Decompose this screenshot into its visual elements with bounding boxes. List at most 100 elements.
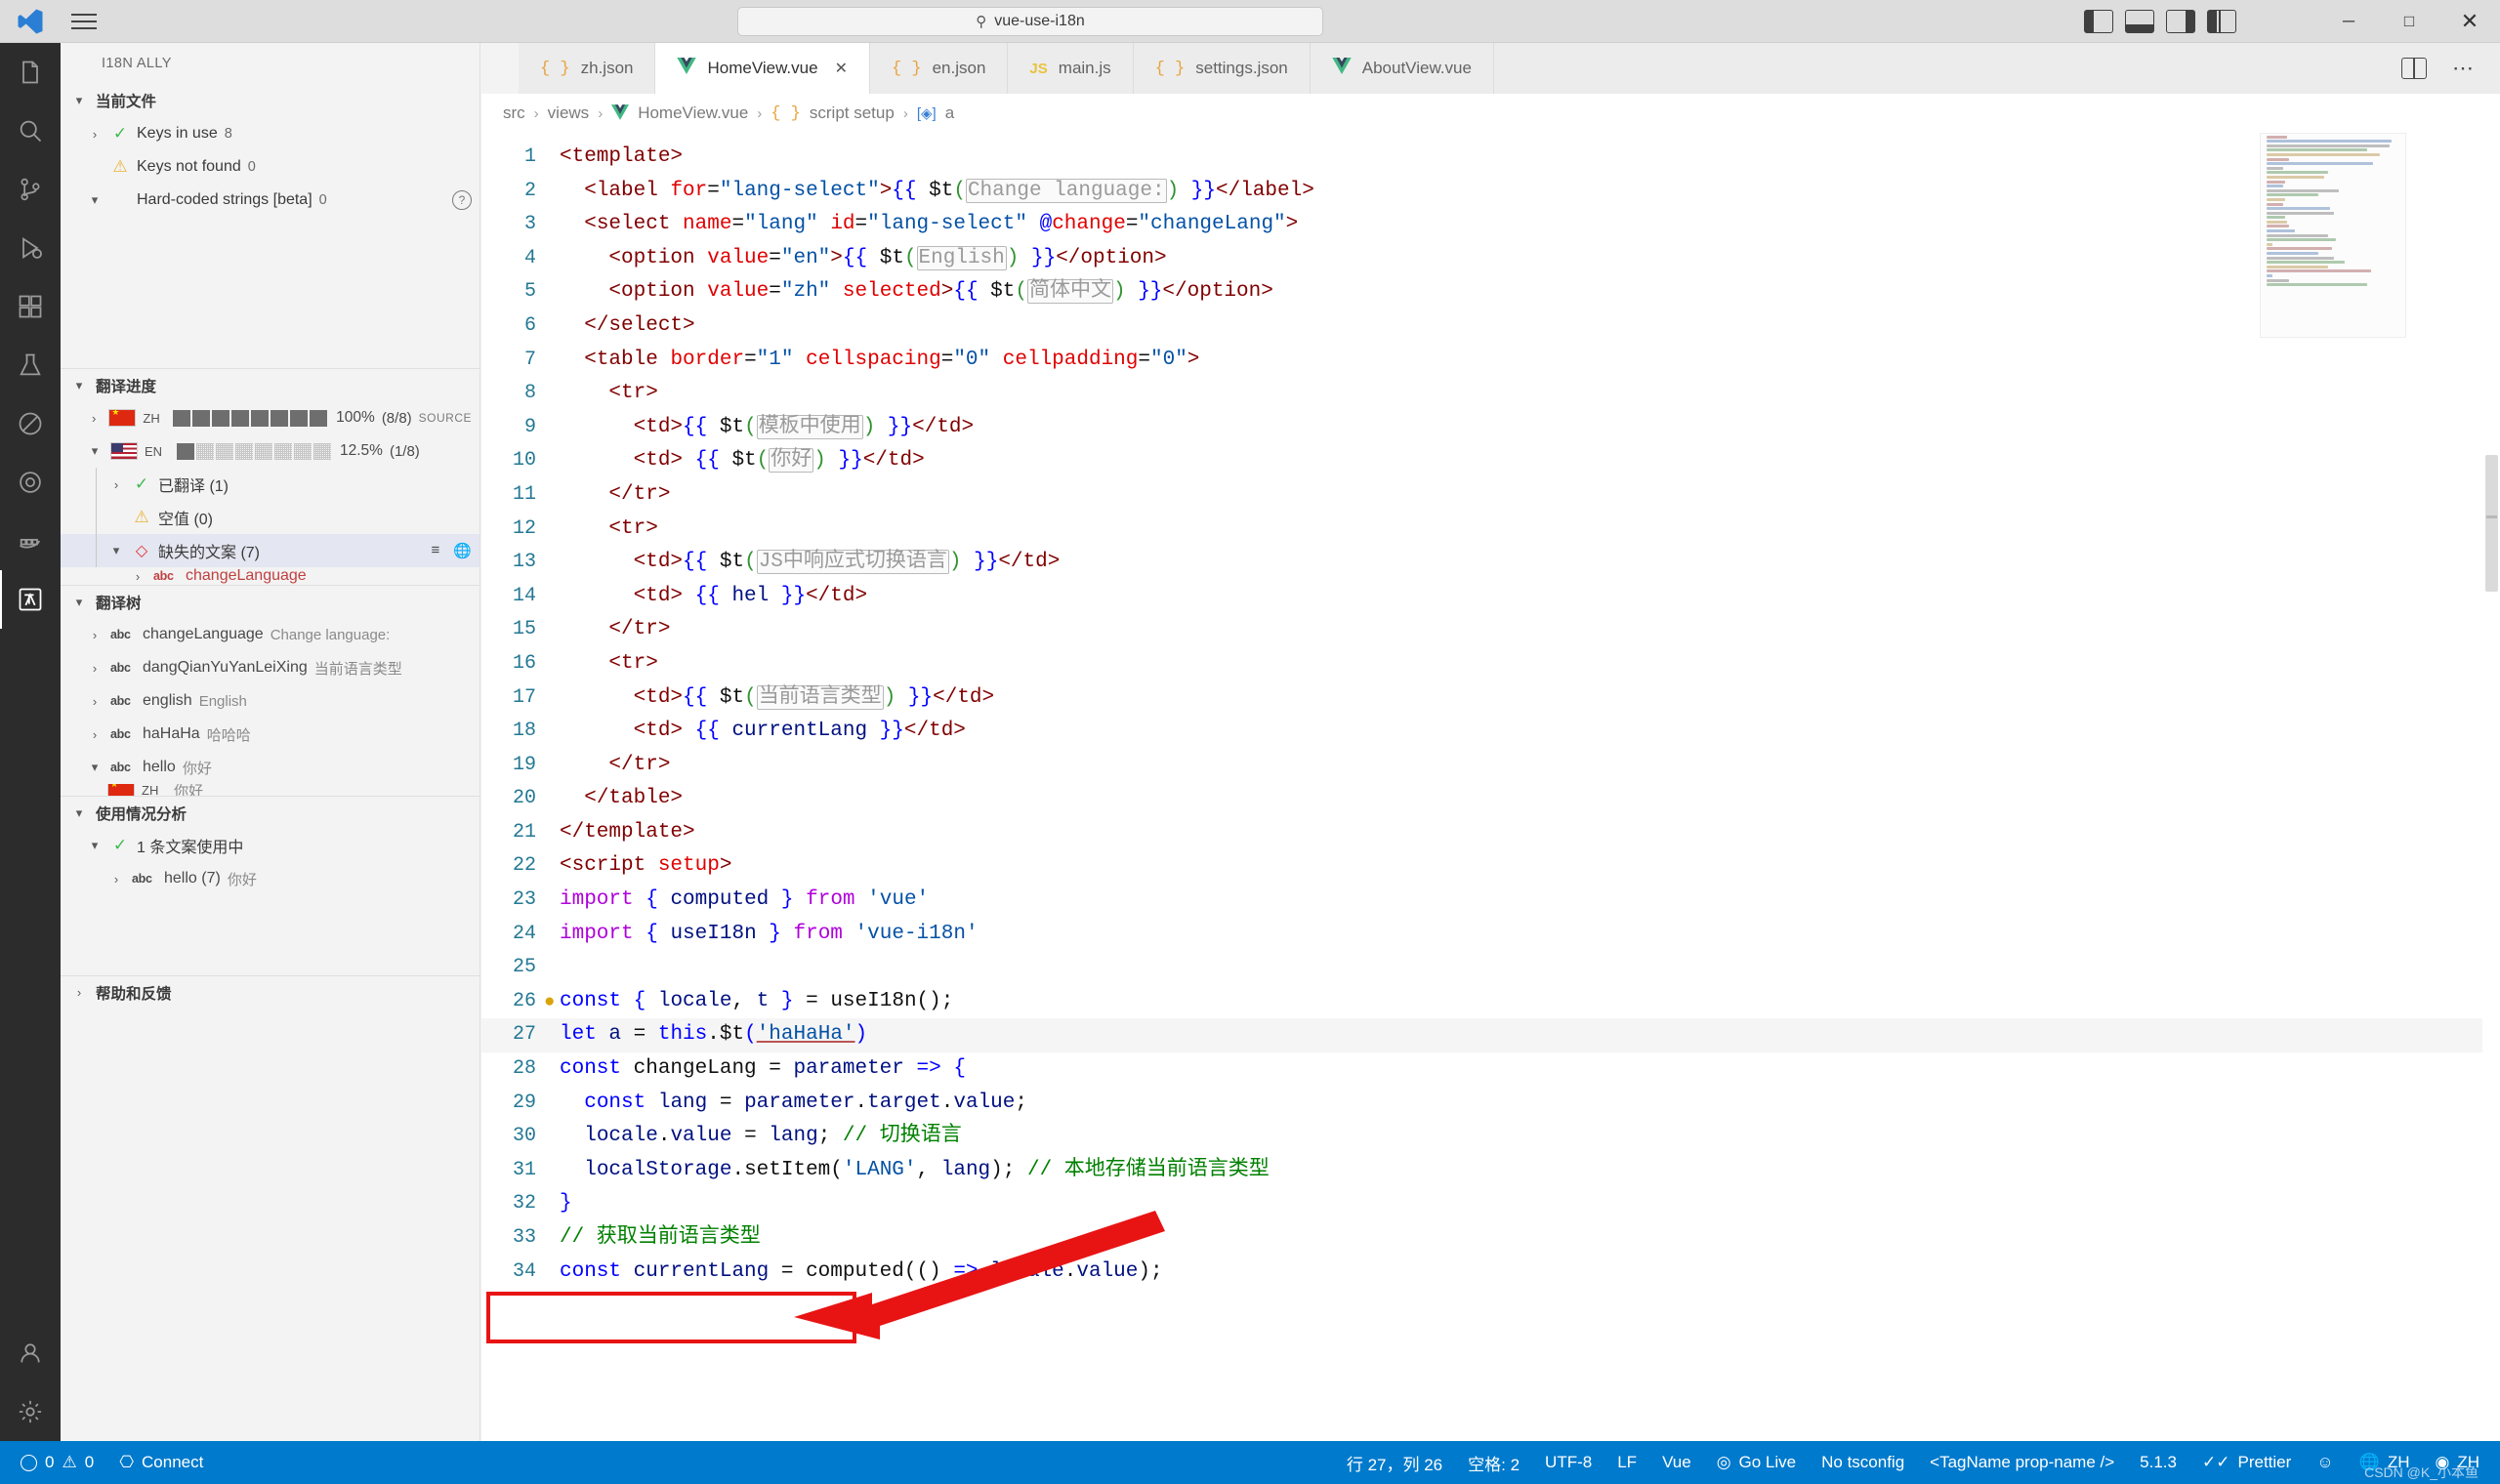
status-encoding[interactable]: UTF-8 (1532, 1441, 1604, 1484)
status-go-live[interactable]: ◎ Go Live (1704, 1441, 1809, 1484)
split-editor-icon[interactable] (2401, 58, 2427, 79)
code-token: {{ (842, 246, 880, 269)
row-hardcoded-strings[interactable]: ▾ Hard-coded strings [beta] 0 ? (61, 184, 479, 217)
tab-homeview-vue[interactable]: HomeView.vue ✕ (655, 43, 870, 94)
row-empty-values[interactable]: ⚠ 空值 (0) (61, 501, 479, 534)
code-line: 14 <td> {{ hel }}</td> (481, 580, 2500, 614)
tree-item-changeLanguage[interactable]: › abc changeLanguage Change language: (61, 618, 479, 651)
code-token: currentLang (731, 720, 868, 743)
minimap-line (2267, 261, 2345, 265)
search-input[interactable]: ⚲ vue-use-i18n (737, 7, 1323, 36)
list-icon[interactable]: ≡ (432, 542, 440, 559)
activity-i18n-ally[interactable] (0, 570, 61, 629)
line-number: 12 (512, 516, 536, 540)
status-language-mode[interactable]: Vue (1649, 1441, 1704, 1484)
activity-run-debug[interactable] (0, 219, 61, 277)
close-icon[interactable]: ✕ (835, 59, 848, 78)
activity-source-control[interactable] (0, 160, 61, 219)
row-translated[interactable]: › ✓ 已翻译 (1) (61, 468, 479, 501)
code-token: = (1138, 348, 1150, 371)
code-line: 23 import { computed } from 'vue' (481, 884, 2500, 918)
section-help-feedback[interactable]: › 帮助和反馈 (61, 975, 479, 1009)
activity-extensions[interactable] (0, 277, 61, 336)
maximize-button[interactable]: □ (2379, 0, 2439, 43)
tree-item-hello[interactable]: ▾ abc hello 你好 (61, 751, 479, 784)
code-token: "zh" (780, 280, 831, 304)
locale-row-en[interactable]: ▾ EN 12.5% (1/8) (61, 434, 479, 468)
status-indentation[interactable]: 空格: 2 (1455, 1441, 1532, 1484)
check-icon: ✓ (134, 474, 149, 493)
activity-docker[interactable] (0, 512, 61, 570)
row-missing-child-clipped[interactable]: › abc changeLanguage (61, 567, 479, 585)
minimize-button[interactable]: ─ (2318, 0, 2379, 43)
activity-settings-sync[interactable] (0, 453, 61, 512)
tab-en-json[interactable]: { } en.json (869, 43, 1009, 94)
breadcrumb-file[interactable]: HomeView.vue (638, 103, 748, 123)
more-actions-icon[interactable]: ⋯ (2452, 56, 2475, 81)
activity-account-icon[interactable] (0, 1324, 61, 1382)
keys-in-usage-label: 1 条文案使用中 (137, 840, 244, 856)
panel-bottom-icon[interactable] (2125, 10, 2154, 33)
layout-grid-icon[interactable] (2207, 10, 2236, 33)
status-problems[interactable]: 0 ⚠ 0 (8, 1441, 106, 1484)
activity-explorer[interactable] (0, 43, 61, 102)
code-token: JS中响应式切换语言 (756, 550, 949, 575)
code-editor[interactable]: 1 <template> 2 <label for="lang-select">{{… (481, 133, 2500, 1400)
tab-zh-json[interactable]: { } zh.json (519, 43, 656, 94)
line-number: 16 (512, 651, 536, 675)
minimap-line (2267, 247, 2333, 251)
breadcrumb-symbol[interactable]: script setup (810, 103, 895, 123)
status-version[interactable]: 5.1.3 (2127, 1441, 2189, 1484)
panel-right-icon[interactable] (2166, 10, 2195, 33)
activity-testing[interactable] (0, 336, 61, 394)
editor-minimap[interactable] (2260, 133, 2406, 338)
tree-locale-code: ZH (142, 784, 159, 796)
code-token: "0" (953, 348, 991, 371)
code-line: 29 const lang = parameter.target.value; (481, 1087, 2500, 1121)
status-tag-hint[interactable]: <TagName prop-name /> (1917, 1441, 2127, 1484)
status-eol[interactable]: LF (1604, 1441, 1649, 1484)
panel-left-icon[interactable] (2084, 10, 2113, 33)
tab-aboutview-vue[interactable]: AboutView.vue (1310, 43, 1494, 94)
usage-item-hello[interactable]: › abc hello (7) 你好 (61, 862, 479, 895)
activity-gear-icon[interactable] (0, 1382, 61, 1441)
section-translation-progress[interactable]: ▾ 翻译进度 (61, 368, 479, 401)
locale-row-zh[interactable]: › ZH 100% (8/8) SOURCE (61, 401, 479, 434)
tree-item-dangQianYuYanLeiXing[interactable]: › abc dangQianYuYanLeiXing 当前语言类型 (61, 651, 479, 684)
tree-item-english[interactable]: › abc english English (61, 684, 479, 718)
status-cursor-position[interactable]: 行 27，列 26 (1334, 1441, 1455, 1484)
row-keys-not-found[interactable]: ⚠ Keys not found 0 (61, 150, 479, 184)
breadcrumb-src[interactable]: src (503, 103, 525, 123)
current-file-empty-space (61, 217, 479, 368)
code-token: } (560, 1192, 572, 1216)
hamburger-menu-icon[interactable] (61, 0, 107, 43)
code-token: $t (719, 1023, 745, 1047)
help-icon[interactable]: ? (452, 190, 472, 210)
section-current-file[interactable]: ▾ 当前文件 (61, 84, 479, 117)
section-translation-tree[interactable]: ▾ 翻译树 (61, 585, 479, 618)
scrollbar-thumb[interactable] (2485, 455, 2498, 592)
tree-item-haHaHa[interactable]: › abc haHaHa 哈哈哈 (61, 718, 479, 751)
row-keys-in-use[interactable]: › ✓ Keys in use 8 (61, 117, 479, 150)
row-missing-translations[interactable]: ▾ ◇ 缺失的文案 (7) ≡ 🌐 (61, 534, 479, 567)
tab-settings-json[interactable]: { } settings.json (1133, 43, 1311, 94)
breadcrumb-views[interactable]: views (548, 103, 590, 123)
chevron-down-icon: ▾ (112, 543, 120, 557)
close-button[interactable]: ✕ (2439, 0, 2500, 43)
status-feedback[interactable]: ☺ (2304, 1441, 2346, 1484)
status-prettier[interactable]: ✓✓ Prettier (2189, 1441, 2304, 1484)
activity-todo-tree[interactable] (0, 394, 61, 453)
tab-main-js[interactable]: JS main.js (1008, 43, 1134, 94)
section-usage-analysis[interactable]: ▾ 使用情况分析 (61, 796, 479, 829)
globe-icon[interactable]: 🌐 (453, 542, 472, 559)
status-remote-connect[interactable]: ⎔ Connect (106, 1441, 216, 1484)
tree-item-hello-zh-clipped[interactable]: ZH 你好 (61, 784, 479, 796)
activity-search[interactable] (0, 102, 61, 160)
editor-vertical-scrollbar[interactable] (2482, 133, 2500, 1400)
chevron-down-icon: ▾ (91, 838, 99, 852)
lightbulb-icon[interactable]: ● (544, 985, 555, 1019)
status-tsconfig[interactable]: No tsconfig (1809, 1441, 1917, 1484)
breadcrumb-variable[interactable]: a (945, 103, 954, 123)
row-keys-in-usage[interactable]: ▾ ✓ 1 条文案使用中 (61, 829, 479, 862)
